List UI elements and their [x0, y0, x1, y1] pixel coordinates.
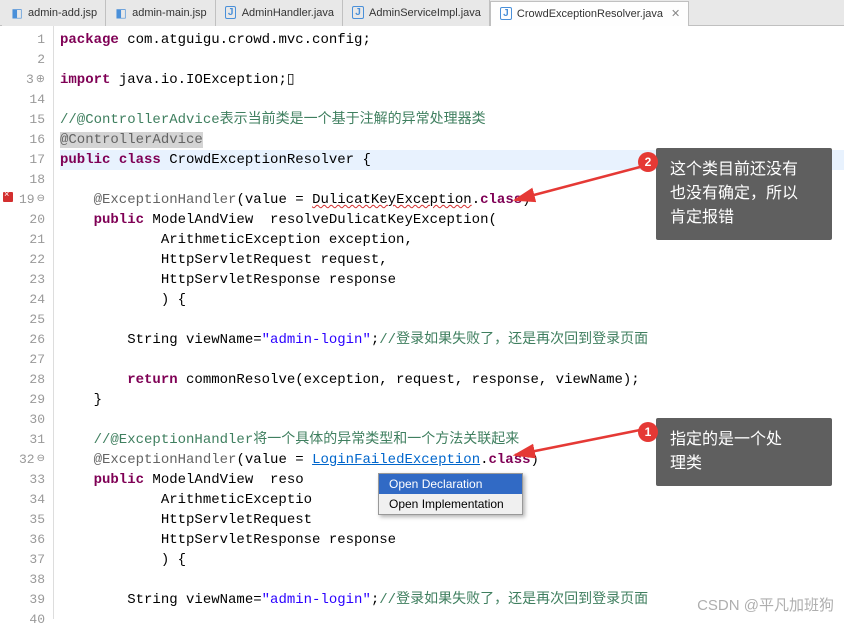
menu-item-open-implementation[interactable]: Open Implementation [379, 494, 522, 514]
error-marker-column [0, 26, 16, 619]
tab-admin-add[interactable]: admin-add.jsp [2, 0, 106, 26]
tab-admin-handler[interactable]: AdminHandler.java [216, 0, 343, 26]
menu-item-open-declaration[interactable]: Open Declaration [379, 474, 522, 494]
context-menu: Open Declaration Open Implementation [378, 473, 523, 515]
jsp-icon [10, 6, 24, 20]
callout-text: 这个类目前还没有 也没有确定，所以 肯定报错 [670, 161, 798, 226]
tab-admin-main[interactable]: admin-main.jsp [106, 0, 216, 26]
java-icon [351, 6, 365, 20]
tab-label: AdminServiceImpl.java [369, 7, 481, 19]
error-marker-icon[interactable] [3, 192, 13, 202]
error-class-reference[interactable]: DulicatKeyException [312, 192, 472, 208]
hyperlink-class-reference[interactable]: LoginFailedException [312, 452, 480, 468]
editor-tab-bar: admin-add.jsp admin-main.jsp AdminHandle… [0, 0, 844, 26]
callout-2: 2 这个类目前还没有 也没有确定，所以 肯定报错 [656, 148, 832, 240]
tab-label: CrowdExceptionResolver.java [517, 8, 663, 20]
code-content[interactable]: package com.atguigu.crowd.mvc.config; im… [54, 26, 844, 619]
callout-badge-1: 1 [638, 422, 658, 442]
tab-label: admin-add.jsp [28, 7, 97, 19]
java-icon [499, 7, 513, 21]
java-icon [224, 6, 238, 20]
watermark-text: CSDN @平凡加班狗 [697, 594, 834, 615]
jsp-icon [114, 6, 128, 20]
callout-text: 指定的是一个处 理类 [670, 431, 782, 472]
code-editor: 1 2 3⊕ 14 15 16 17 18 19⊖ 20 21 22 23 24… [0, 26, 844, 619]
callout-1: 1 指定的是一个处 理类 [656, 418, 832, 486]
tab-label: admin-main.jsp [132, 7, 207, 19]
close-icon[interactable]: ✕ [671, 7, 680, 20]
tab-admin-service-impl[interactable]: AdminServiceImpl.java [343, 0, 490, 26]
callout-badge-2: 2 [638, 152, 658, 172]
tab-label: AdminHandler.java [242, 7, 334, 19]
line-number-gutter: 1 2 3⊕ 14 15 16 17 18 19⊖ 20 21 22 23 24… [16, 26, 54, 619]
tab-crowd-exception-resolver[interactable]: CrowdExceptionResolver.java ✕ [490, 1, 689, 27]
annotation-controller-advice: @ControllerAdvice [60, 132, 203, 148]
